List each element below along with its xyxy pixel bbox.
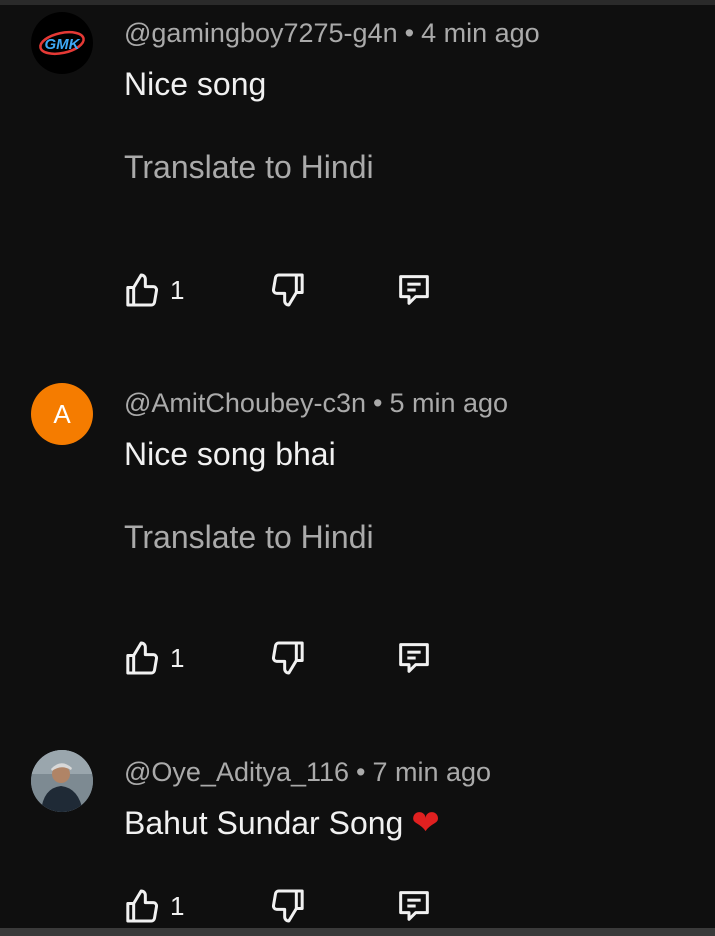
gmk-logo-icon: GMK <box>39 30 85 56</box>
bottom-divider <box>0 928 715 936</box>
like-icon <box>126 273 158 307</box>
like-count: 1 <box>170 274 185 305</box>
dislike-icon <box>272 273 304 307</box>
reply-icon <box>399 891 429 921</box>
comment-time: 4 min ago <box>421 18 540 48</box>
like-button[interactable]: 1 <box>122 268 184 312</box>
like-button[interactable]: 1 <box>122 884 184 928</box>
separator-dot: • <box>404 18 415 48</box>
comment-time: 5 min ago <box>389 388 509 418</box>
profile-photo-icon <box>31 750 93 812</box>
comment-text: Bahut Sundar Song ❤ <box>124 806 440 840</box>
translate-button[interactable]: Translate to Hindi <box>124 151 374 183</box>
reply-icon <box>399 275 429 305</box>
dislike-button[interactable] <box>268 884 308 928</box>
comment-meta: @AmitChoubey-c3n • 5 min ago <box>124 390 508 417</box>
comment-author[interactable]: @gamingboy7275-g4n <box>124 18 398 48</box>
reply-button[interactable] <box>394 636 434 680</box>
translate-button[interactable]: Translate to Hindi <box>124 521 374 553</box>
avatar[interactable]: GMK <box>31 12 93 74</box>
top-divider <box>0 0 715 5</box>
like-count: 1 <box>170 890 185 921</box>
heart-emoji: ❤ <box>411 804 440 842</box>
svg-text:GMK: GMK <box>45 36 81 53</box>
comment-text: Nice song bhai <box>124 436 336 472</box>
reply-icon <box>399 643 429 673</box>
comment-time: 7 min ago <box>372 757 492 787</box>
comment-meta: @gamingboy7275-g4n • 4 min ago <box>124 20 540 47</box>
separator-dot: • <box>356 757 366 787</box>
avatar[interactable] <box>31 750 93 812</box>
comment-text-body: Bahut Sundar Song <box>124 805 404 841</box>
like-count: 1 <box>170 642 185 673</box>
comment-author[interactable]: @Oye_Aditya_116 <box>124 757 349 787</box>
dislike-button[interactable] <box>268 636 308 680</box>
dislike-icon <box>272 889 304 923</box>
avatar[interactable]: A <box>31 383 93 445</box>
comment-text: Nice song <box>124 66 267 102</box>
reply-button[interactable] <box>394 268 434 312</box>
like-icon <box>126 641 158 675</box>
dislike-icon <box>272 641 304 675</box>
comment-author[interactable]: @AmitChoubey-c3n <box>124 388 366 418</box>
separator-dot: • <box>373 388 383 418</box>
comment-meta: @Oye_Aditya_116 • 7 min ago <box>124 759 491 786</box>
avatar-letter: A <box>53 398 71 429</box>
reply-button[interactable] <box>394 884 434 928</box>
like-button[interactable]: 1 <box>122 636 184 680</box>
like-icon <box>126 889 158 923</box>
dislike-button[interactable] <box>268 268 308 312</box>
